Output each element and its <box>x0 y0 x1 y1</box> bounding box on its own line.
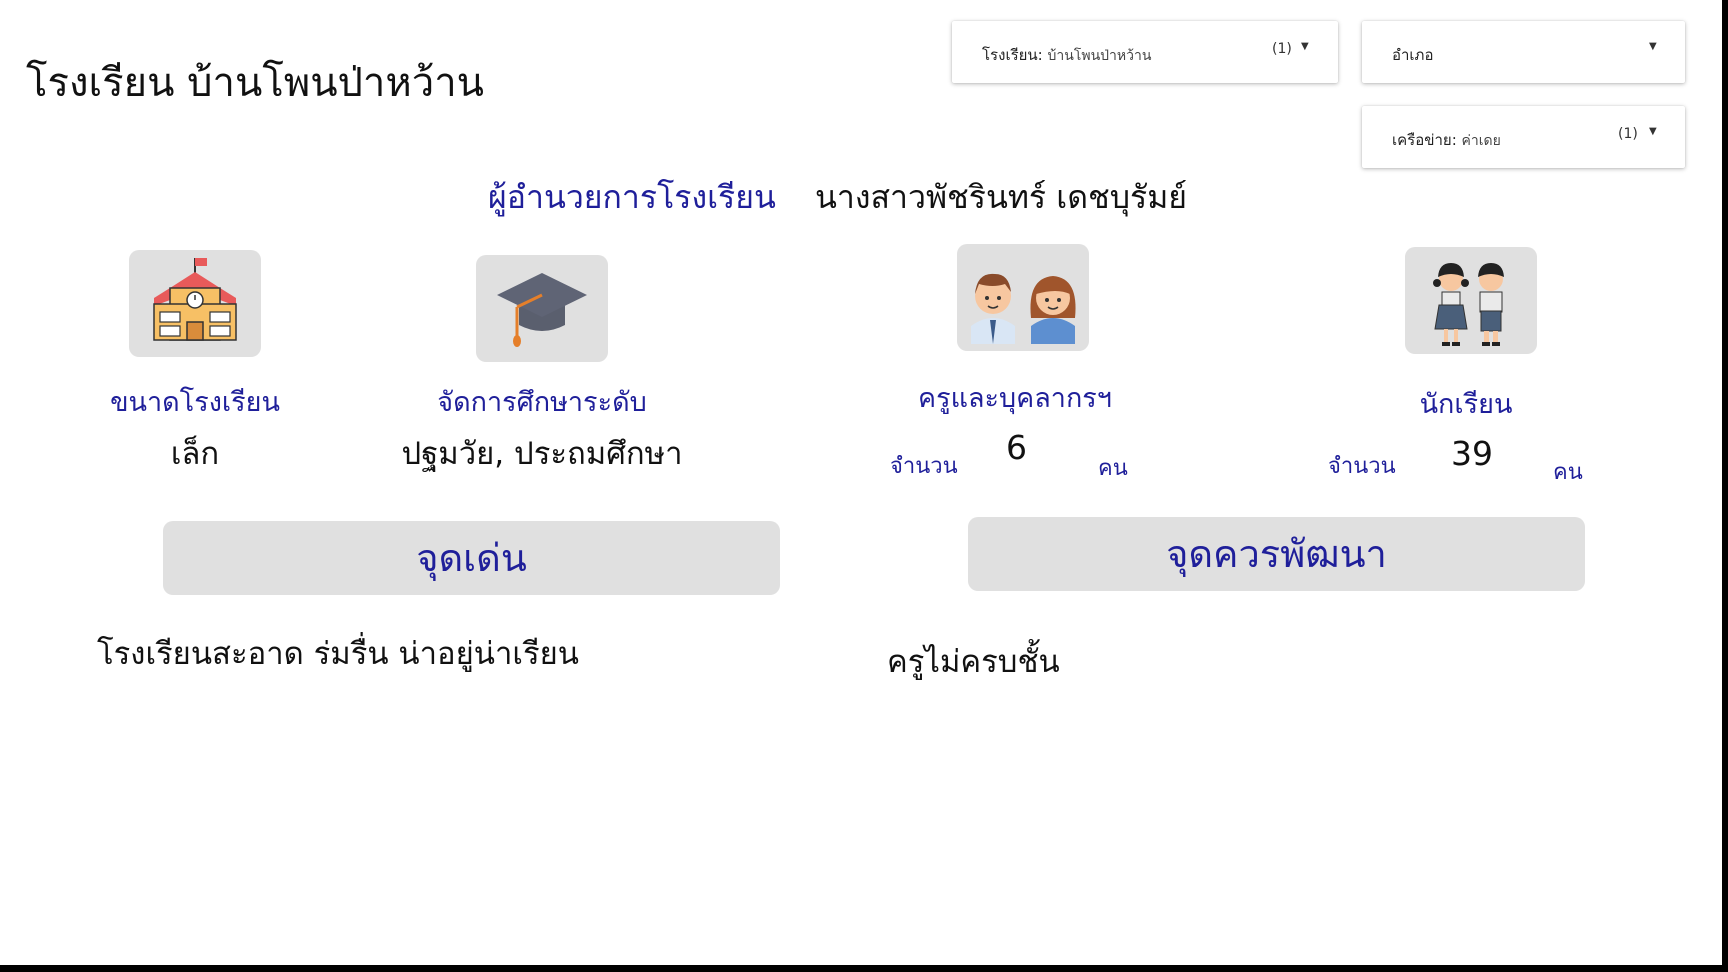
students-caption: นักเรียน <box>1419 389 1513 420</box>
teachers-count-label: จำนวน <box>890 454 958 479</box>
director-name: นางสาวพัชรินทร์ เดชบุรัมย์ <box>815 178 1188 216</box>
network-filter-text: เครือข่าย: ค่าเดย <box>1392 131 1501 149</box>
school-filter-label: โรงเรียน <box>982 46 1038 64</box>
students-tile <box>1405 247 1537 354</box>
school-size-tile <box>129 250 261 357</box>
chevron-down-icon: ▼ <box>1649 41 1657 52</box>
strengths-heading: จุดเด่น <box>163 521 780 595</box>
education-level-value: ปฐมวัย, ประถมศึกษา <box>401 436 683 472</box>
teachers-caption: ครูและบุคลากรฯ <box>918 383 1112 414</box>
teachers-icon <box>971 273 1076 344</box>
students-icon <box>1433 263 1504 346</box>
students-count-label: จำนวน <box>1328 454 1396 479</box>
chevron-down-icon: ▼ <box>1301 41 1309 52</box>
school-filter[interactable]: โรงเรียน: บ้านโพนป่าหว้าน (1) ▼ <box>952 21 1338 83</box>
teachers-count: 6 <box>1006 428 1027 467</box>
school-filter-count: (1) <box>1272 41 1292 57</box>
school-building-icon <box>153 258 237 341</box>
school-size-value: เล็ก <box>170 436 220 472</box>
students-count: 39 <box>1451 434 1493 473</box>
director-label: ผู้อำนวยการโรงเรียน <box>488 178 776 216</box>
teachers-tile <box>957 244 1089 351</box>
graduation-cap-icon <box>497 273 587 347</box>
network-filter-label: เครือข่าย <box>1392 131 1452 149</box>
school-filter-text: โรงเรียน: บ้านโพนป่าหว้าน <box>982 46 1152 64</box>
chevron-down-icon: ▼ <box>1649 126 1657 137</box>
network-filter-count: (1) <box>1618 126 1638 142</box>
network-filter[interactable]: เครือข่าย: ค่าเดย (1) ▼ <box>1362 106 1685 168</box>
district-filter-label: อำเภอ <box>1392 46 1434 64</box>
network-filter-value: ค่าเดย <box>1461 133 1501 149</box>
students-unit: คน <box>1553 460 1583 485</box>
page-title: โรงเรียน บ้านโพนป่าหว้าน <box>26 60 485 106</box>
district-filter[interactable]: อำเภอ ▼ <box>1362 21 1685 83</box>
report-canvas: โรงเรียน บ้านโพนป่าหว้าน โรงเรียน: บ้านโ… <box>0 0 1722 965</box>
education-level-caption: จัดการศึกษาระดับ <box>437 387 647 418</box>
teachers-unit: คน <box>1098 456 1128 481</box>
education-level-tile <box>476 255 608 362</box>
strengths-text: โรงเรียนสะอาด ร่มรื่น น่าอยู่น่าเรียน <box>97 636 579 672</box>
school-filter-value: บ้านโพนป่าหว้าน <box>1047 48 1152 64</box>
improvements-text: ครูไม่ครบชั้น <box>887 644 1060 680</box>
improvements-heading: จุดควรพัฒนา <box>968 517 1585 591</box>
school-size-caption: ขนาดโรงเรียน <box>110 387 280 418</box>
